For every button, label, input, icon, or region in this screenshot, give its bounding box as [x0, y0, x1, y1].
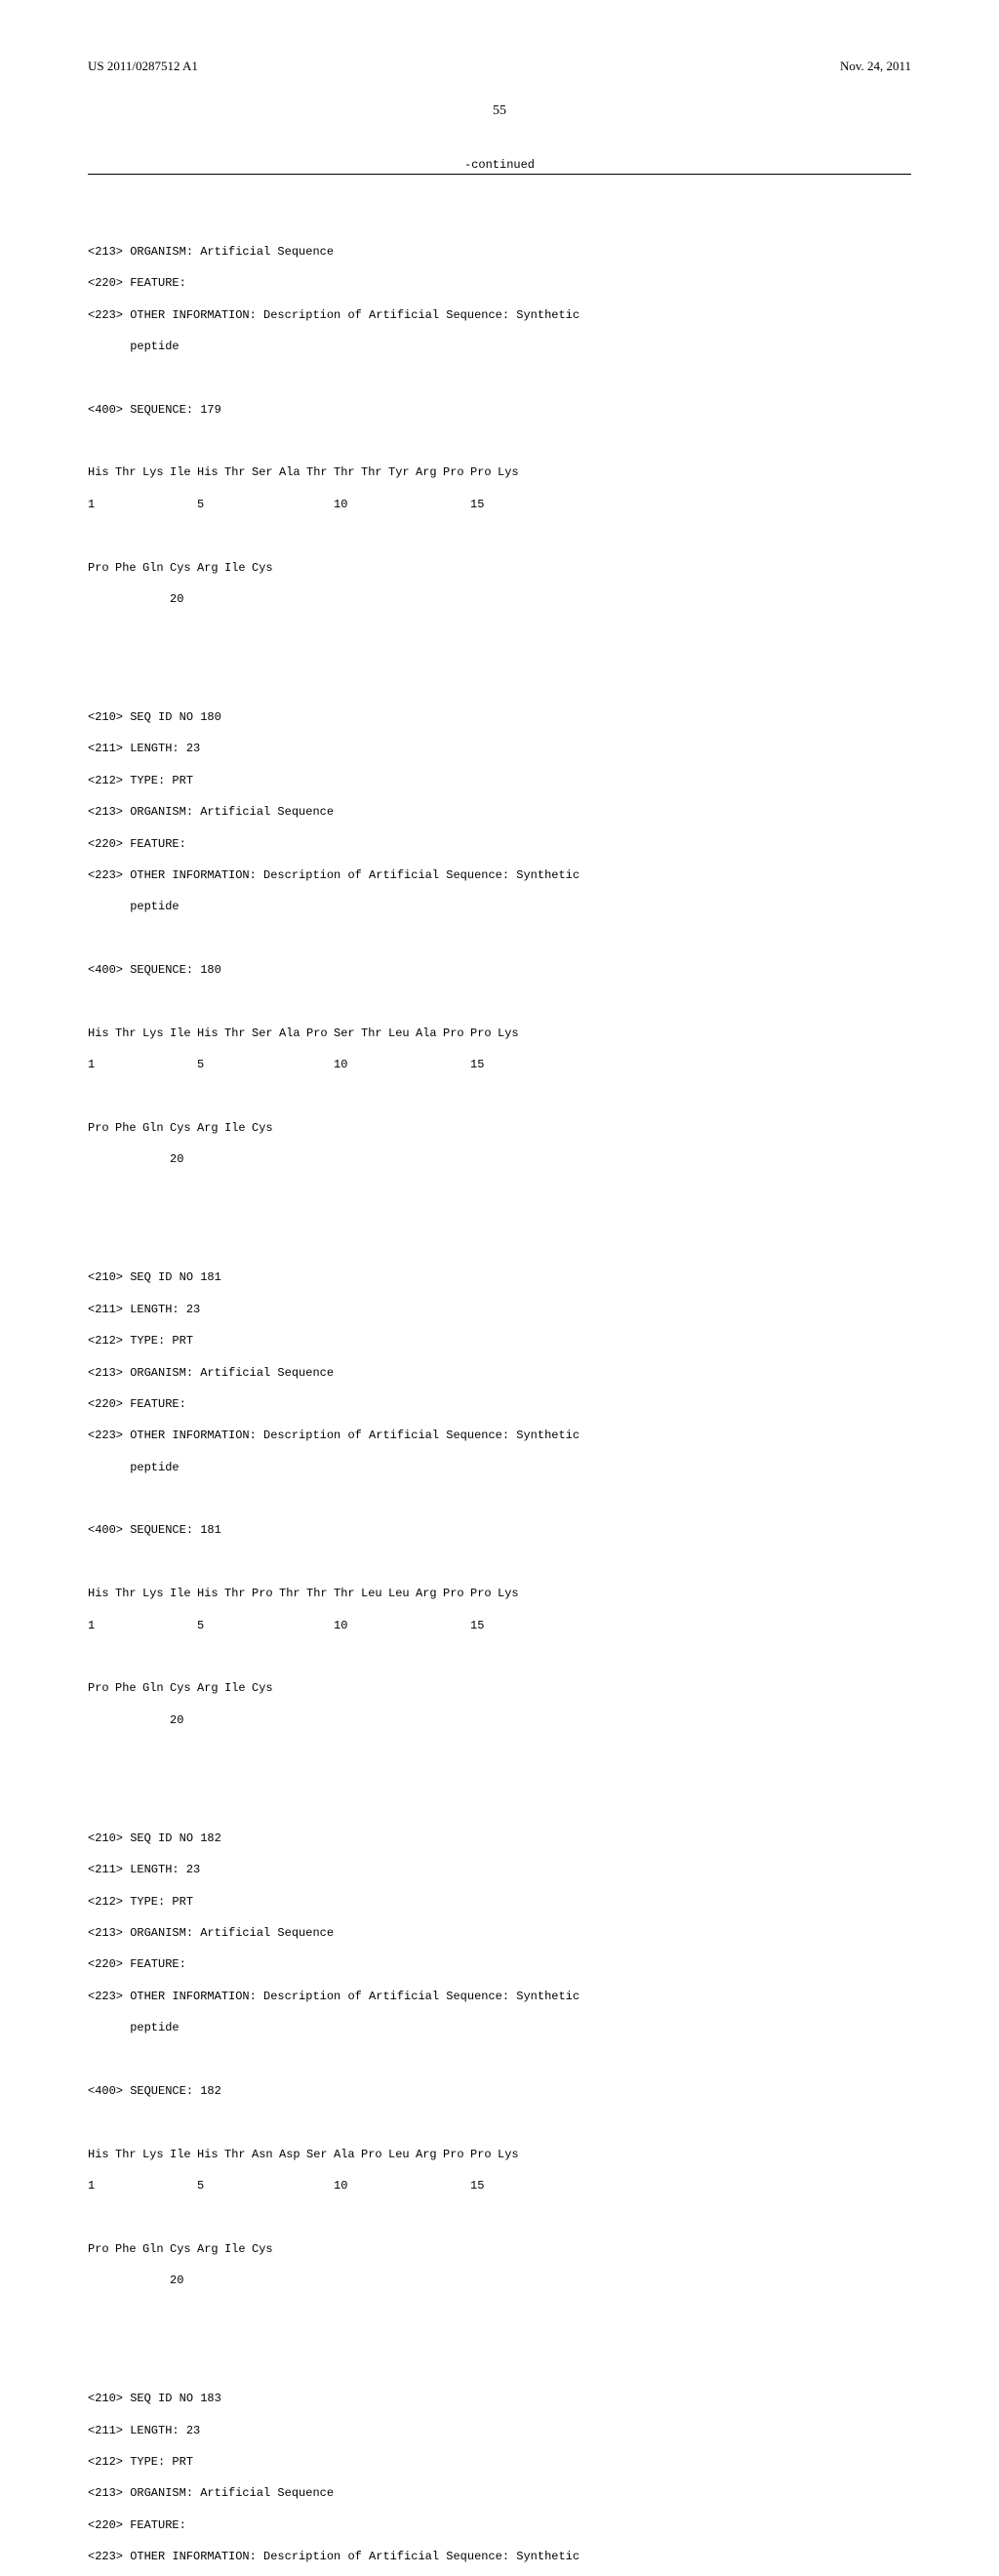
tag-211: <211> LENGTH: 23	[88, 2423, 911, 2438]
tag-213: <213> ORGANISM: Artificial Sequence	[88, 1365, 911, 1381]
seq-row-1: HisThrLysIleHisThrSerAlaProSerThrLeuAlaP…	[88, 1026, 911, 1041]
tag-220: <220> FEATURE:	[88, 2517, 911, 2533]
tag-220: <220> FEATURE:	[88, 836, 911, 852]
seq-row-1: HisThrLysIleHisThrSerAlaThrThrThrTyrArgP…	[88, 464, 911, 480]
tag-210: <210> SEQ ID NO 183	[88, 2391, 911, 2406]
tag-400: <400> SEQUENCE: 179	[88, 402, 911, 418]
tag-212: <212> TYPE: PRT	[88, 2454, 911, 2470]
continued-label: -continued	[88, 158, 911, 172]
seq-num-row-2: 20	[88, 591, 911, 607]
seq-num-row-2: 20	[88, 1151, 911, 1167]
seq-num-row-1: 151015	[88, 2178, 911, 2194]
seq-num-row-1: 151015	[88, 1618, 911, 1633]
seq-block-182: <210> SEQ ID NO 182 <211> LENGTH: 23 <21…	[88, 1815, 911, 2305]
page-number: 55	[88, 103, 911, 119]
tag-210: <210> SEQ ID NO 181	[88, 1269, 911, 1285]
tag-223-cont: peptide	[88, 2020, 911, 2035]
seq-row-2: ProPheGlnCysArgIleCys	[88, 560, 911, 576]
tag-400: <400> SEQUENCE: 180	[88, 962, 911, 978]
horizontal-rule	[88, 174, 911, 175]
seq-num-row-1: 151015	[88, 497, 911, 512]
tag-223: <223> OTHER INFORMATION: Description of …	[88, 1989, 911, 2004]
tag-220: <220> FEATURE:	[88, 1956, 911, 1972]
seq-row-1: HisThrLysIleHisThrProThrThrThrLeuLeuArgP…	[88, 1586, 911, 1601]
seq-block-180: <210> SEQ ID NO 180 <211> LENGTH: 23 <21…	[88, 694, 911, 1184]
tag-213: <213> ORGANISM: Artificial Sequence	[88, 244, 911, 260]
tag-210: <210> SEQ ID NO 180	[88, 709, 911, 725]
tag-223: <223> OTHER INFORMATION: Description of …	[88, 307, 911, 323]
tag-220: <220> FEATURE:	[88, 275, 911, 291]
tag-212: <212> TYPE: PRT	[88, 773, 911, 788]
tag-223: <223> OTHER INFORMATION: Description of …	[88, 867, 911, 883]
page-header: US 2011/0287512 A1 Nov. 24, 2011	[88, 59, 911, 74]
seq-num-row-2: 20	[88, 2273, 911, 2288]
tag-400: <400> SEQUENCE: 181	[88, 1522, 911, 1538]
seq-num-row-1: 151015	[88, 1057, 911, 1072]
tag-211: <211> LENGTH: 23	[88, 741, 911, 756]
seq-row-2: ProPheGlnCysArgIleCys	[88, 1120, 911, 1136]
seq-block-183: <210> SEQ ID NO 183 <211> LENGTH: 23 <21…	[88, 2375, 911, 2576]
seq-row-1: HisThrLysIleHisThrAsnAspSerAlaProLeuArgP…	[88, 2147, 911, 2162]
tag-223-cont: peptide	[88, 899, 911, 914]
tag-220: <220> FEATURE:	[88, 1396, 911, 1412]
tag-213: <213> ORGANISM: Artificial Sequence	[88, 1925, 911, 1941]
seq-block-181: <210> SEQ ID NO 181 <211> LENGTH: 23 <21…	[88, 1254, 911, 1744]
seq-row-2: ProPheGlnCysArgIleCys	[88, 1680, 911, 1696]
seq-row-2: ProPheGlnCysArgIleCys	[88, 2241, 911, 2257]
sequence-listing: <213> ORGANISM: Artificial Sequence <220…	[88, 181, 911, 2576]
publication-date: Nov. 24, 2011	[840, 59, 911, 74]
tag-211: <211> LENGTH: 23	[88, 1862, 911, 1877]
tag-213: <213> ORGANISM: Artificial Sequence	[88, 2485, 911, 2501]
tag-211: <211> LENGTH: 23	[88, 1302, 911, 1317]
tag-210: <210> SEQ ID NO 182	[88, 1831, 911, 1846]
tag-212: <212> TYPE: PRT	[88, 1333, 911, 1348]
seq-block-179: <213> ORGANISM: Artificial Sequence <220…	[88, 228, 911, 624]
tag-212: <212> TYPE: PRT	[88, 1894, 911, 1910]
tag-223: <223> OTHER INFORMATION: Description of …	[88, 2549, 911, 2564]
tag-223: <223> OTHER INFORMATION: Description of …	[88, 1428, 911, 1443]
publication-number: US 2011/0287512 A1	[88, 59, 198, 74]
tag-223-cont: peptide	[88, 339, 911, 354]
seq-num-row-2: 20	[88, 1712, 911, 1728]
tag-400: <400> SEQUENCE: 182	[88, 2083, 911, 2099]
tag-213: <213> ORGANISM: Artificial Sequence	[88, 804, 911, 820]
tag-223-cont: peptide	[88, 1460, 911, 1475]
